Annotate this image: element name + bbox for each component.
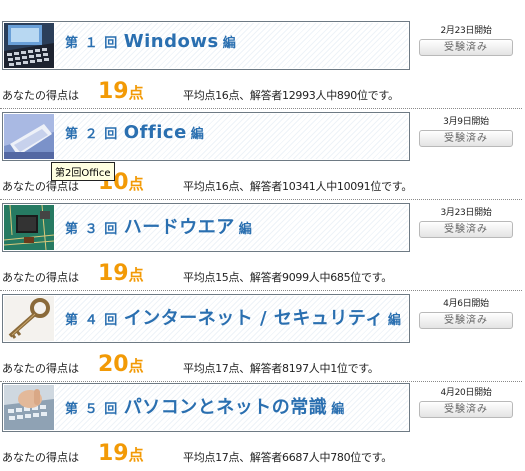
session-1-banner[interactable]: 第 １ 回 Windows 編 <box>2 21 410 70</box>
office-thumbnail <box>4 114 54 159</box>
score-stats: 平均点16点、解答者10341人中10091位です。 <box>183 180 413 193</box>
session-2-taken-button[interactable]: 受験済み <box>419 130 513 147</box>
session-3: 第 ３ 回 ハードウエア編 3月23日開始 受験済み あなたの得点は 19点 平… <box>0 203 525 291</box>
session-3-result: あなたの得点は 19点 平均点15点、解答者9099人中685位です。 <box>2 261 522 287</box>
session-4-title: 第 ４ 回 インターネット / セキュリティ編 <box>65 308 402 329</box>
session-2-title: 第 ２ 回 Office 編 <box>65 122 205 143</box>
score-label: あなたの得点は <box>2 362 79 375</box>
session-4: 第 ４ 回 インターネット / セキュリティ編 4月6日開始 受験済み あなたの… <box>0 294 525 382</box>
score-stats: 平均点16点、解答者12993人中890位です。 <box>183 89 399 102</box>
score-stats: 平均点15点、解答者9099人中685位です。 <box>183 271 392 284</box>
score-label: あなたの得点は <box>2 451 79 464</box>
session-2-start-date: 3月9日開始 <box>443 117 489 127</box>
session-3-taken-button[interactable]: 受験済み <box>419 221 513 238</box>
key-thumbnail <box>4 296 54 341</box>
session-3-title: 第 ３ 回 ハードウエア編 <box>65 217 253 238</box>
session-4-taken-button[interactable]: 受験済み <box>419 312 513 329</box>
session-1-start-date: 2月23日開始 <box>440 26 492 36</box>
hand-on-keyboard-thumbnail <box>4 385 54 430</box>
session-5-taken-button[interactable]: 受験済み <box>419 401 513 418</box>
score-value: 19点 <box>98 261 144 286</box>
divider <box>0 108 522 109</box>
keyboard-thumbnail <box>4 23 54 68</box>
score-stats: 平均点17点、解答者8197人中1位です。 <box>183 362 379 375</box>
score-stats: 平均点17点、解答者6687人中780位です。 <box>183 451 392 464</box>
session-2: 第 ２ 回 Office 編 3月9日開始 受験済み あなたの得点は 10点 平均… <box>0 112 525 200</box>
score-label: あなたの得点は <box>2 271 79 284</box>
divider <box>0 290 522 291</box>
score-label: あなたの得点は <box>2 89 79 102</box>
session-1-result: あなたの得点は 19点 平均点16点、解答者12993人中890位です。 <box>2 79 522 105</box>
session-4-start-date: 4月6日開始 <box>443 299 489 309</box>
divider <box>0 199 522 200</box>
session-5-title: 第 ５ 回 パソコンとネットの常識編 <box>65 397 345 418</box>
session-5-banner[interactable]: 第 ５ 回 パソコンとネットの常識編 <box>2 383 410 432</box>
score-value: 19点 <box>98 441 144 466</box>
session-5-result: あなたの得点は 19点 平均点17点、解答者6687人中780位です。 <box>2 441 522 467</box>
circuit-board-thumbnail <box>4 205 54 250</box>
session-5-start-date: 4月20日開始 <box>440 388 492 398</box>
score-value: 19点 <box>98 79 144 104</box>
session-3-banner[interactable]: 第 ３ 回 ハードウエア編 <box>2 203 410 252</box>
tooltip: 第2回Office <box>51 162 115 181</box>
score-value: 20点 <box>98 352 144 377</box>
session-5: 第 ５ 回 パソコンとネットの常識編 4月20日開始 受験済み あなたの得点は … <box>0 383 525 471</box>
session-1-taken-button[interactable]: 受験済み <box>419 39 513 56</box>
session-3-start-date: 3月23日開始 <box>440 208 492 218</box>
session-2-banner[interactable]: 第 ２ 回 Office 編 <box>2 112 410 161</box>
session-1: 第 １ 回 Windows 編 2月23日開始 受験済み あなたの得点は 19点 … <box>0 21 525 109</box>
session-4-result: あなたの得点は 20点 平均点17点、解答者8197人中1位です。 <box>2 352 522 378</box>
session-1-title: 第 １ 回 Windows 編 <box>65 31 237 52</box>
divider <box>0 381 522 382</box>
session-4-banner[interactable]: 第 ４ 回 インターネット / セキュリティ編 <box>2 294 410 343</box>
